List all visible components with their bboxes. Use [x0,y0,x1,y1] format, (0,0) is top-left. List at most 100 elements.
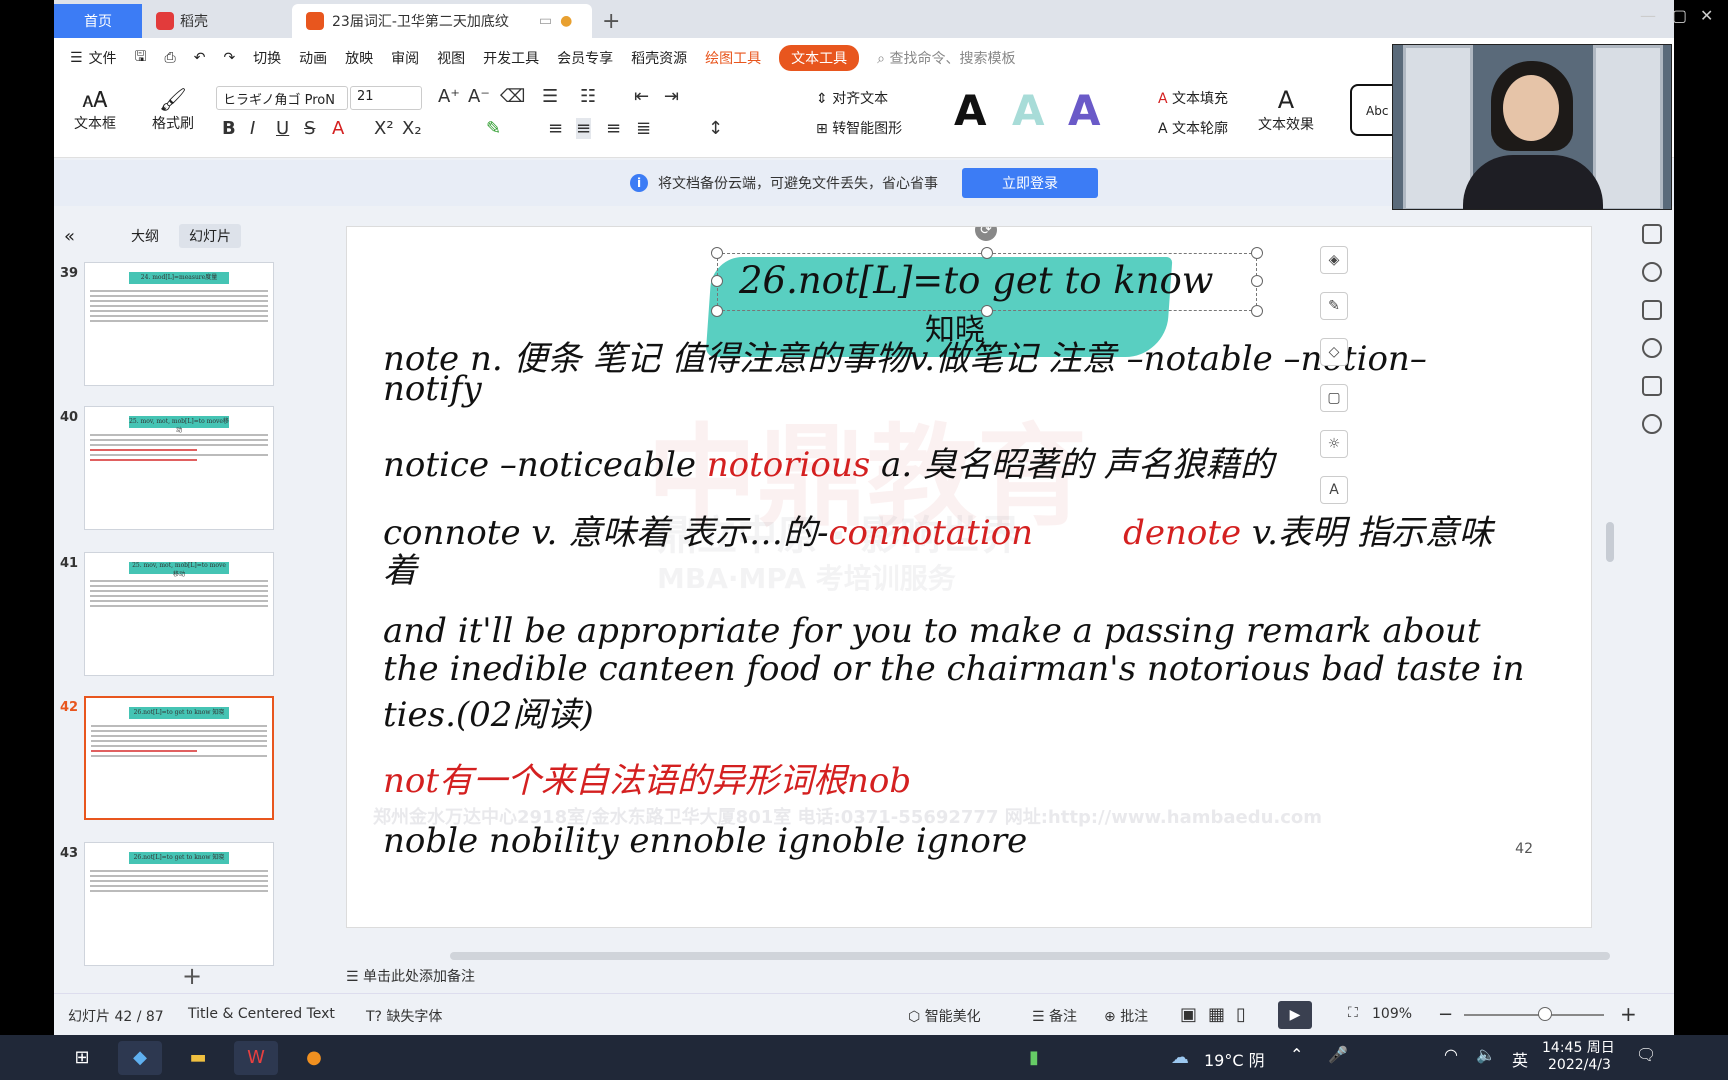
resize-handle[interactable] [711,247,723,259]
weather-text[interactable]: 19°C 阴 [1204,1047,1265,1071]
menu-item-slideshow[interactable]: 放映 [345,48,373,68]
subscript-icon[interactable]: X₂ [402,118,422,139]
vertical-scrollbar[interactable] [1604,212,1616,832]
menu-item-daoke-resources[interactable]: 稻壳资源 [631,48,687,68]
style-teal-a[interactable]: A [1012,86,1045,135]
underline-icon[interactable]: U [276,118,289,139]
fill-icon[interactable]: ◇ [1320,338,1348,366]
style-purple-a[interactable]: A [1068,86,1101,135]
grid-view-icon[interactable]: ▦ [1208,1004,1225,1025]
text-format-icon[interactable]: A [1320,476,1348,504]
reading-view-icon[interactable]: ▯ [1236,1004,1246,1025]
clock-date[interactable]: 2022/4/3 [1548,1057,1611,1073]
resize-handle[interactable] [981,305,993,317]
menu-draw-tools[interactable]: 绘图工具 [705,48,761,68]
tab-outline[interactable]: 大纲 [131,226,159,246]
shrink-font-icon[interactable]: A⁻ [468,86,490,107]
horizontal-scrollbar[interactable] [350,950,1640,962]
style-black-a[interactable]: A [954,86,987,135]
resize-handle[interactable] [1251,275,1263,287]
fit-window-icon[interactable]: ⛶ [1348,1005,1358,1021]
maximize-icon[interactable]: ▢ [1672,6,1687,25]
star-icon[interactable] [1642,262,1662,282]
volume-icon[interactable]: 🔈 [1476,1045,1496,1064]
font-size-select[interactable]: 21 [350,86,422,110]
network-icon[interactable]: ◠ [1444,1045,1458,1064]
print-icon[interactable]: ⎙ [165,50,176,66]
outdent-icon[interactable]: ⇤ [634,86,649,107]
bold-icon[interactable]: B [222,118,236,139]
undo-icon[interactable]: ↶ [194,50,206,66]
resize-handle[interactable] [1251,305,1263,317]
notes-area[interactable]: ☰ 单击此处添加备注 [330,966,1630,990]
menu-item-view[interactable]: 视图 [437,48,465,68]
italic-icon[interactable]: I [250,118,255,139]
save-icon[interactable]: 🖫 [135,46,147,70]
collapse-panel-icon[interactable]: « [64,226,75,247]
new-tab-button[interactable]: + [592,4,630,38]
justify-icon[interactable]: ≣ [636,118,651,139]
layout-name[interactable]: Title & Centered Text [188,1006,335,1022]
close-icon[interactable]: ✕ [1700,6,1713,25]
redo-icon[interactable]: ↷ [223,50,235,66]
resize-handle[interactable] [711,275,723,287]
normal-view-icon[interactable]: ▣ [1180,1004,1197,1025]
zoom-out-icon[interactable]: − [1438,1004,1453,1025]
menu-item-animation[interactable]: 动画 [299,48,327,68]
bullet-list-icon[interactable]: ☰ [542,86,558,107]
format-painter-button[interactable]: 🖌 格式刷 [146,88,200,133]
help-icon[interactable] [1642,338,1662,358]
missing-font-button[interactable]: T? 缺失字体 [366,1006,442,1026]
ime-indicator[interactable]: 英 [1512,1047,1528,1071]
comment-button[interactable]: ⊕ 批注 [1104,1006,1148,1026]
frame-icon[interactable]: ▢ [1320,384,1348,412]
microphone-icon[interactable]: 🎤 [1328,1045,1348,1064]
align-text-button[interactable]: ⇕ 对齐文本 [816,88,888,108]
font-name-select[interactable]: ヒラギノ角ゴ ProN [216,86,348,110]
pen-icon[interactable]: ✎ [1320,292,1348,320]
search-command[interactable]: ⌕ 查找命令、搜索模板 [877,48,1015,68]
windows-start-icon[interactable]: ⊞ [60,1041,104,1075]
robot-icon[interactable] [1642,376,1662,396]
number-list-icon[interactable]: ☷ [580,86,596,107]
line-spacing-icon[interactable]: ↕ [708,118,723,139]
menu-file[interactable]: 文件 [89,48,117,68]
align-center-icon[interactable]: ≡ [576,118,592,139]
wps-icon[interactable]: W [234,1041,278,1075]
tab-home[interactable]: 首页 [54,4,142,38]
transition-icon[interactable] [1642,300,1662,320]
play-icon[interactable]: ▶ [1278,1001,1312,1029]
app-icon-blue[interactable]: ◆ [118,1041,162,1075]
zoom-in-icon[interactable]: + [1620,1002,1637,1026]
login-button[interactable]: 立即登录 [962,168,1098,198]
textbox-button[interactable]: 🗚 文本框 [68,88,122,133]
bulb-icon[interactable]: ☼ [1320,430,1348,458]
hamburger-icon[interactable]: ☰ [70,50,83,66]
location-icon[interactable] [1642,414,1662,434]
align-left-icon[interactable]: ≡ [548,118,563,139]
tab-document[interactable]: 23届词汇-卫华第二天加底纹 ▭ ● [292,4,592,38]
scroll-thumb[interactable] [1606,522,1614,562]
menu-item-switch[interactable]: 切换 [253,48,281,68]
smart-shape-button[interactable]: ⊞ 转智能图形 [816,118,902,138]
tray-expand-icon[interactable]: ⌃ [1290,1045,1303,1064]
menu-text-tools[interactable]: 文本工具 [779,45,860,71]
clear-format-icon[interactable]: ⌫ [500,86,525,107]
layers-icon[interactable]: ◈ [1320,246,1348,274]
grow-font-icon[interactable]: A⁺ [438,86,460,107]
highlight-icon[interactable]: ✎ [486,118,501,139]
superscript-icon[interactable]: X² [374,118,394,139]
file-explorer-icon[interactable]: ▬ [176,1041,220,1075]
text-effect-button[interactable]: A 文本效果 [1254,86,1318,134]
notification-icon[interactable]: 🗨 [1636,1045,1656,1064]
resize-handle[interactable] [981,247,993,259]
indent-icon[interactable]: ⇥ [664,86,679,107]
menu-item-review[interactable]: 审阅 [391,48,419,68]
tab-slides[interactable]: 幻灯片 [179,224,242,248]
menu-item-member[interactable]: 会员专享 [557,48,613,68]
strikethrough-icon[interactable]: S [304,118,315,139]
beautify-button[interactable]: ⬡ 智能美化 [908,1006,981,1026]
tab-daoke[interactable]: 稻壳 [142,4,292,38]
zoom-slider-knob[interactable] [1538,1007,1552,1021]
minimize-icon[interactable]: — [1640,6,1656,25]
